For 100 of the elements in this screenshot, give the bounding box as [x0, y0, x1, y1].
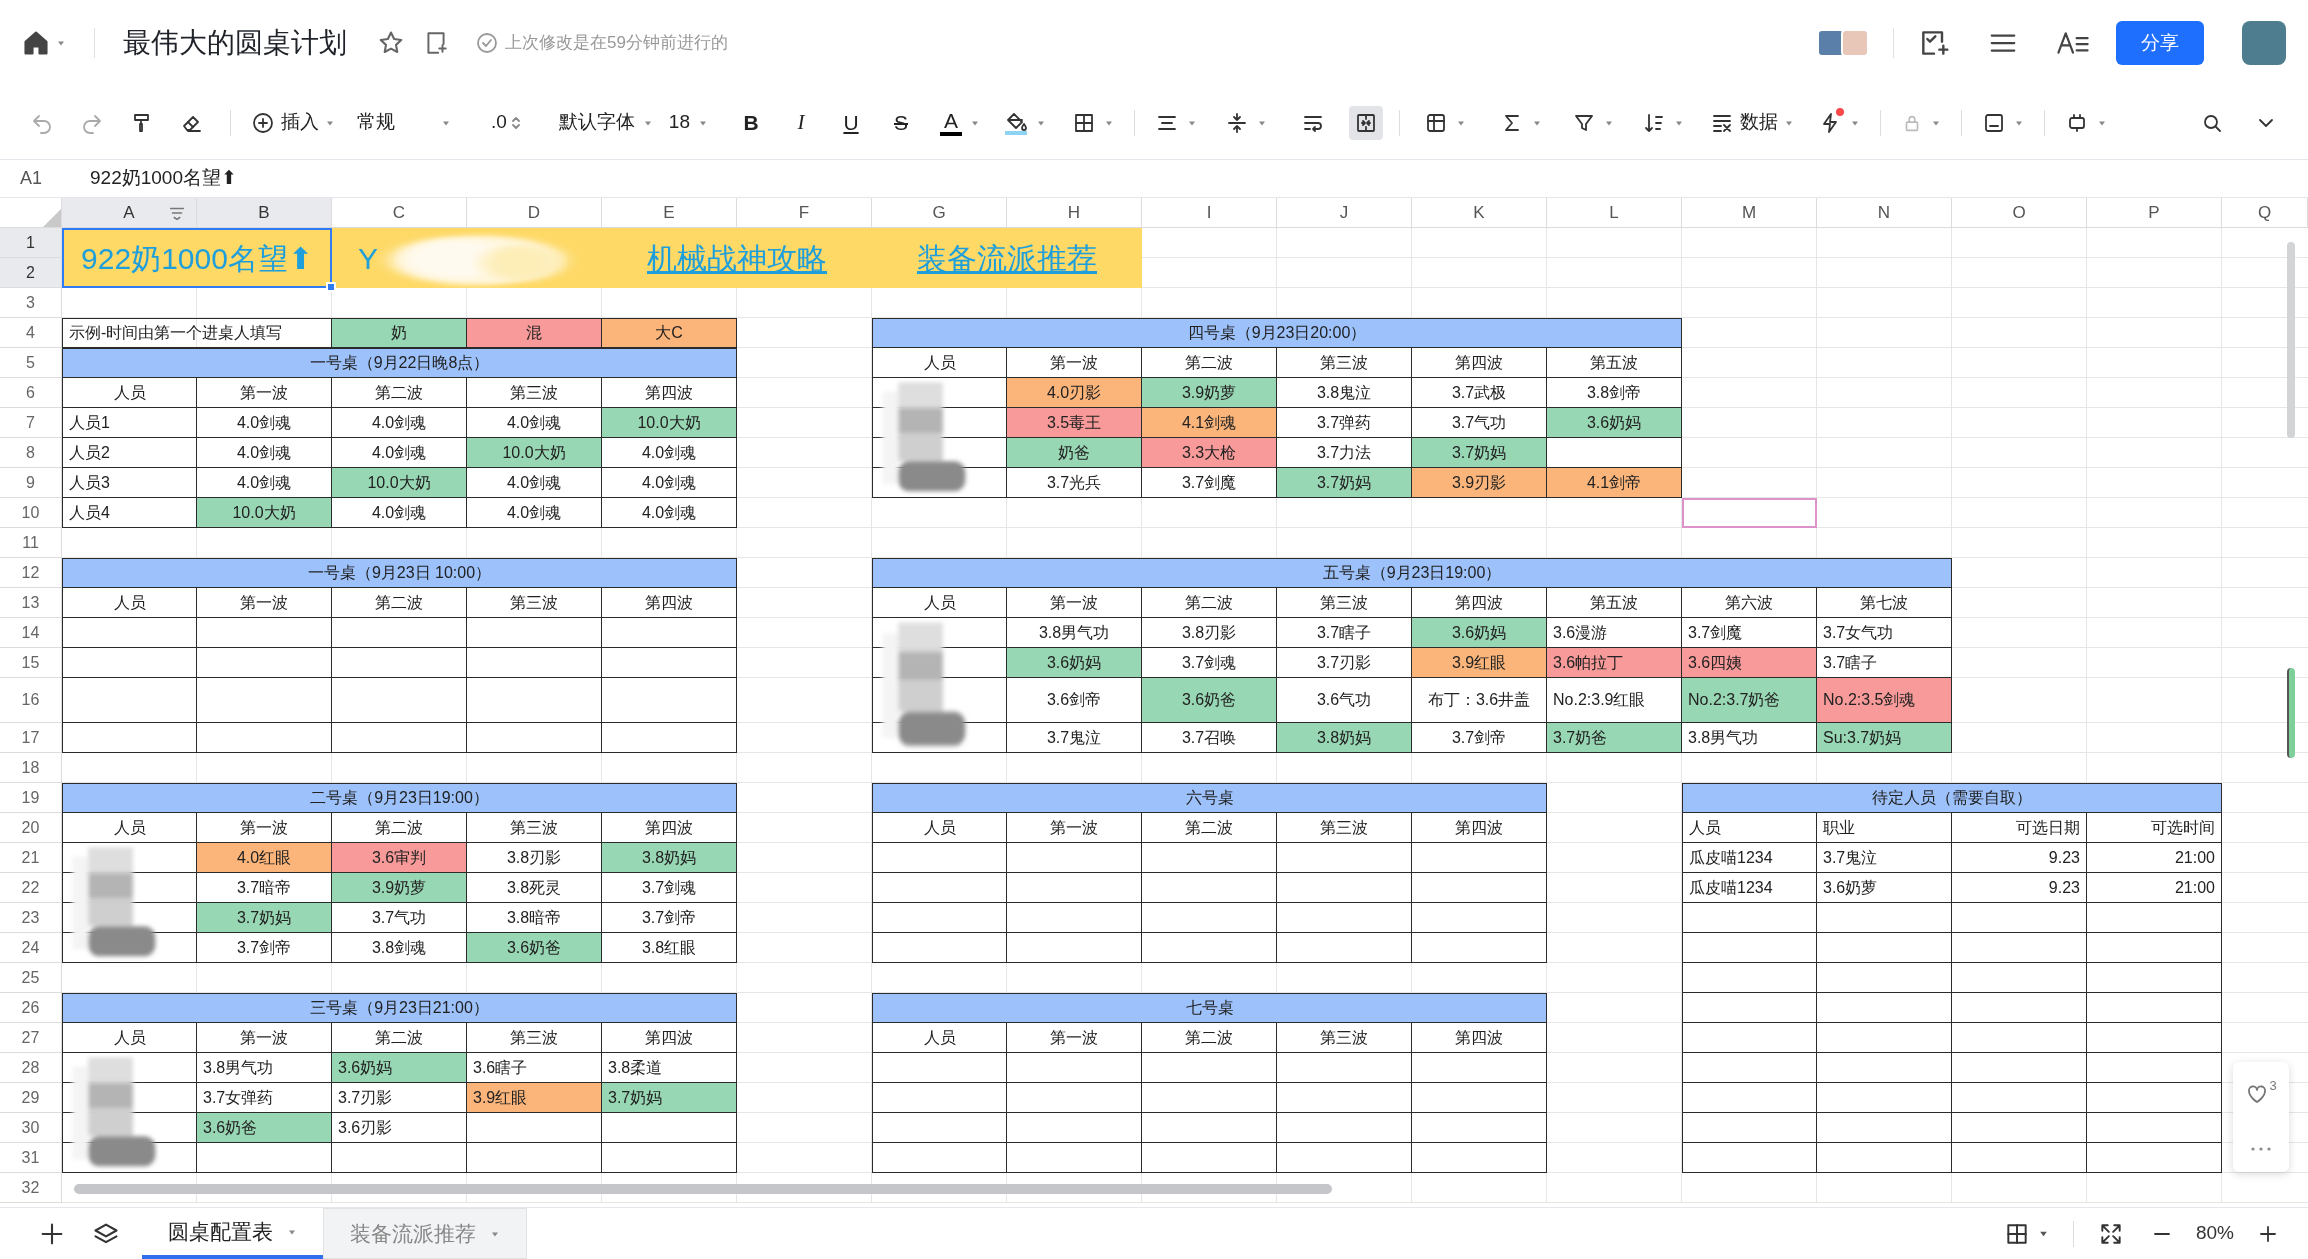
- underline-button[interactable]: U: [838, 106, 864, 139]
- row-header[interactable]: 28: [0, 1053, 62, 1083]
- column-header[interactable]: D: [467, 198, 602, 228]
- home-icon[interactable]: [22, 29, 50, 57]
- table-cell: 奶爸: [1007, 438, 1142, 468]
- table-cell: 3.8男气功: [1007, 618, 1142, 648]
- row-header[interactable]: 14: [0, 618, 62, 648]
- table-cell: 4.0剑魂: [467, 498, 602, 528]
- number-format-dropdown[interactable]: 常规: [357, 108, 451, 137]
- table-cell: 3.5毒王: [1007, 408, 1142, 438]
- row-header[interactable]: 30: [0, 1113, 62, 1143]
- table-cell: Su:3.7奶妈: [1817, 723, 1952, 753]
- cell-reference: A1: [19, 167, 43, 190]
- row-header[interactable]: 8: [0, 438, 62, 468]
- column-header[interactable]: H: [1007, 198, 1142, 228]
- row-header[interactable]: 10: [0, 498, 62, 528]
- column-header[interactable]: G: [872, 198, 1007, 228]
- row-header[interactable]: 31: [0, 1143, 62, 1173]
- vertical-scrollbar[interactable]: [2287, 242, 2295, 438]
- plus-circle-icon: [251, 110, 275, 135]
- last-saved-text: 上次修改是在59分钟前进行的: [505, 32, 728, 55]
- row-header[interactable]: 26: [0, 993, 62, 1023]
- user-avatar[interactable]: [2242, 21, 2286, 65]
- row-header[interactable]: 24: [0, 933, 62, 963]
- merge-cells-button[interactable]: [1349, 105, 1383, 140]
- column-header[interactable]: A: [62, 198, 197, 228]
- row-header[interactable]: 6: [0, 378, 62, 408]
- table-cell: 21:00: [2087, 843, 2222, 873]
- table-cell: 10.0大奶: [332, 468, 467, 498]
- share-button[interactable]: 分享: [2116, 21, 2204, 65]
- table-cell: 3.7气功: [332, 903, 467, 933]
- table-cell: 9.23: [1952, 873, 2087, 903]
- sheet-tab[interactable]: 装备流派推荐: [323, 1208, 527, 1259]
- table-title: 待定人员（需要自取）: [1682, 783, 2222, 813]
- table-cell: 9.23: [1952, 843, 2087, 873]
- table-cell: 人员3: [62, 468, 197, 498]
- column-header[interactable]: F: [737, 198, 872, 228]
- bold-button[interactable]: B: [738, 106, 764, 139]
- column-header[interactable]: N: [1817, 198, 1952, 228]
- row-header[interactable]: 2: [0, 258, 62, 288]
- row-header[interactable]: 25: [0, 963, 62, 993]
- row-header[interactable]: 3: [0, 288, 62, 318]
- row-header[interactable]: 15: [0, 648, 62, 678]
- column-header[interactable]: O: [1952, 198, 2087, 228]
- table-cell: 3.6审判: [332, 843, 467, 873]
- column-header[interactable]: B: [197, 198, 332, 228]
- font-color-button[interactable]: A: [940, 109, 980, 136]
- strikethrough-button[interactable]: S: [888, 106, 914, 139]
- table-cell: 布丁：3.6井盖: [1412, 678, 1547, 723]
- table-cell: 4.0剑魂: [197, 468, 332, 498]
- row-header[interactable]: 9: [0, 468, 62, 498]
- font-size-dropdown[interactable]: 18: [668, 108, 708, 137]
- avatar[interactable]: [1817, 29, 1845, 57]
- insert-button[interactable]: 插入: [251, 108, 335, 137]
- column-header[interactable]: K: [1412, 198, 1547, 228]
- data-button[interactable]: 数据: [1710, 108, 1794, 137]
- column-header[interactable]: M: [1682, 198, 1817, 228]
- column-header[interactable]: I: [1142, 198, 1277, 228]
- table-cell: 3.9红眼: [1412, 648, 1547, 678]
- table-cell: 3.7奶妈: [1277, 468, 1412, 498]
- table-cell: 4.0红眼: [197, 843, 332, 873]
- row-header[interactable]: 17: [0, 723, 62, 753]
- table-cell: 4.0剑魂: [467, 408, 602, 438]
- decimal-button[interactable]: .0: [491, 108, 521, 137]
- horizontal-scrollbar[interactable]: [74, 1184, 1332, 1194]
- row-header[interactable]: 5: [0, 348, 62, 378]
- row-header[interactable]: 19: [0, 783, 62, 813]
- column-header[interactable]: C: [332, 198, 467, 228]
- column-header[interactable]: P: [2087, 198, 2222, 228]
- row-header[interactable]: 16: [0, 678, 62, 723]
- vertical-align-button[interactable]: [1225, 110, 1267, 135]
- row-header[interactable]: 4: [0, 318, 62, 348]
- row-header[interactable]: 27: [0, 1023, 62, 1053]
- column-header[interactable]: E: [602, 198, 737, 228]
- row-header[interactable]: 20: [0, 813, 62, 843]
- row-header[interactable]: 21: [0, 843, 62, 873]
- italic-button[interactable]: I: [788, 106, 814, 139]
- row-header[interactable]: 18: [0, 753, 62, 783]
- legend-note: 示例-时间由第一个进桌人填写: [62, 318, 332, 348]
- fill-color-button[interactable]: [1004, 110, 1046, 135]
- row-header[interactable]: 12: [0, 558, 62, 588]
- table-cell: 3.6奶爸: [1142, 678, 1277, 723]
- row-header[interactable]: 11: [0, 528, 62, 558]
- zoom-level: 80%: [2195, 1221, 2234, 1246]
- row-header[interactable]: 7: [0, 408, 62, 438]
- row-header[interactable]: 13: [0, 588, 62, 618]
- column-header[interactable]: Q: [2222, 198, 2308, 228]
- table-cell: 3.7瞎子: [1817, 648, 1952, 678]
- table-cell: 3.3大枪: [1142, 438, 1277, 468]
- table-cell: 10.0大奶: [197, 498, 332, 528]
- table-cell: 3.7女弹药: [197, 1083, 332, 1113]
- row-header[interactable]: 29: [0, 1083, 62, 1113]
- column-header[interactable]: L: [1547, 198, 1682, 228]
- font-dropdown[interactable]: 默认字体: [558, 108, 653, 137]
- row-header[interactable]: 23: [0, 903, 62, 933]
- row-header[interactable]: 22: [0, 873, 62, 903]
- row-header[interactable]: 1: [0, 228, 62, 258]
- column-header[interactable]: J: [1277, 198, 1412, 228]
- row-header[interactable]: 32: [0, 1173, 62, 1203]
- table-cell: 10.0大奶: [467, 438, 602, 468]
